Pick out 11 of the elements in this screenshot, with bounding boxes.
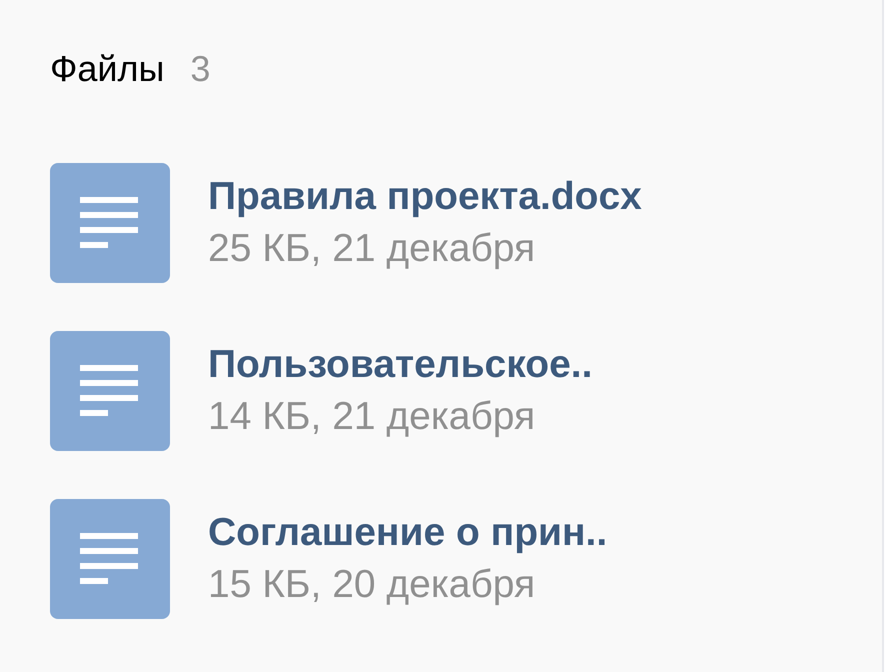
file-name-link[interactable]: Пользовательское.. xyxy=(208,341,592,389)
file-meta: 25 КБ, 21 декабря xyxy=(208,226,536,272)
section-title: Файлы xyxy=(50,48,164,90)
document-icon[interactable] xyxy=(50,163,170,283)
document-icon[interactable] xyxy=(50,331,170,451)
document-icon[interactable] xyxy=(50,499,170,619)
file-name-link[interactable]: Правила проекта.docx xyxy=(208,173,642,221)
file-name-link[interactable]: Соглашение о прин.. xyxy=(208,509,608,557)
file-count: 3 xyxy=(190,48,210,90)
file-meta: 15 КБ, 20 декабря xyxy=(208,562,536,608)
file-meta: 14 КБ, 21 декабря xyxy=(208,394,536,440)
